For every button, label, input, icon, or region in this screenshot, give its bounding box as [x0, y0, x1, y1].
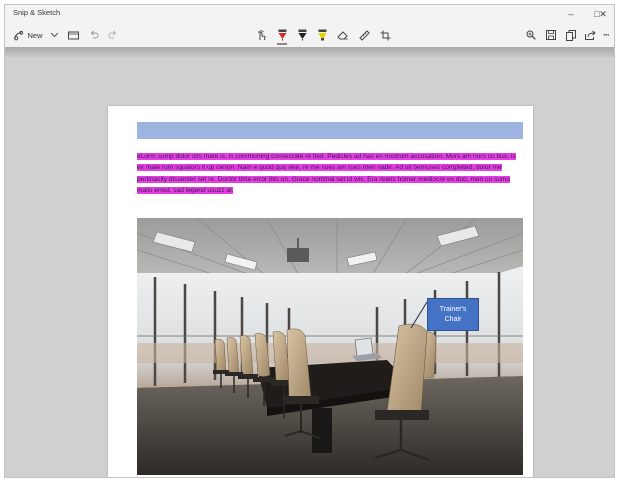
highlight-annotation: eLorm sump dolor sits mate is, is commun…: [137, 153, 516, 194]
crop-button[interactable]: [377, 26, 393, 44]
eraser-button[interactable]: [335, 26, 351, 44]
ruler-icon: [358, 29, 370, 41]
copy-icon: [566, 29, 576, 41]
snip-and-sketch-window: Snip & Sketch – □ ✕ New ··· eLorm sump d…: [4, 4, 615, 478]
pencil-button[interactable]: [294, 26, 310, 44]
ruler-button[interactable]: [356, 26, 372, 44]
toolbar: New ···: [5, 23, 614, 48]
share-icon: [584, 30, 596, 40]
canvas-top-edge: [5, 47, 614, 57]
window-title: Snip & Sketch: [13, 8, 61, 17]
document-header-bar: [137, 122, 523, 139]
touch-writing-icon: [257, 30, 266, 41]
selected-tool-indicator: [277, 43, 287, 45]
chevron-down-icon: [50, 32, 58, 38]
ballpoint-pen-button[interactable]: [274, 26, 290, 45]
new-label: New: [27, 30, 43, 40]
minimize-button[interactable]: –: [558, 6, 584, 22]
highlighter-icon: [318, 29, 326, 41]
undo-button[interactable]: [87, 26, 101, 44]
copy-button[interactable]: [563, 26, 579, 44]
conference-room-image: [137, 218, 523, 475]
highlighter-button[interactable]: [314, 26, 330, 44]
canvas-area[interactable]: eLorm sump dolor sits mate is, is commun…: [5, 57, 614, 477]
zoom-icon: [526, 30, 536, 40]
save-icon: [546, 30, 556, 40]
new-snip-button[interactable]: New: [11, 26, 45, 44]
new-snip-options-button[interactable]: [47, 26, 61, 44]
conference-room-photo: Trainer's Chair: [137, 218, 523, 475]
save-button[interactable]: [543, 26, 559, 44]
close-button[interactable]: ✕: [590, 6, 614, 22]
share-button[interactable]: [582, 26, 598, 44]
captured-document: eLorm sump dolor sits mate is, is commun…: [108, 106, 533, 477]
new-snip-icon: [14, 30, 24, 40]
pencil-icon: [298, 29, 306, 41]
open-folder-icon: [67, 31, 79, 39]
redo-icon: [108, 30, 117, 39]
more-icon[interactable]: ···: [599, 26, 613, 44]
touch-writing-button[interactable]: [253, 26, 269, 44]
redo-button[interactable]: [106, 26, 120, 44]
undo-icon: [90, 30, 99, 39]
ballpoint-pen-icon: [278, 29, 286, 41]
trainers-chair-callout: Trainer's Chair: [427, 298, 479, 331]
title-bar: Snip & Sketch – □ ✕: [5, 5, 614, 23]
crop-icon: [380, 30, 390, 40]
open-file-button[interactable]: [65, 26, 81, 44]
eraser-icon: [337, 31, 348, 40]
zoom-button[interactable]: [523, 26, 539, 44]
highlighted-paragraph: eLorm sump dolor sits mate is, is commun…: [137, 151, 523, 196]
